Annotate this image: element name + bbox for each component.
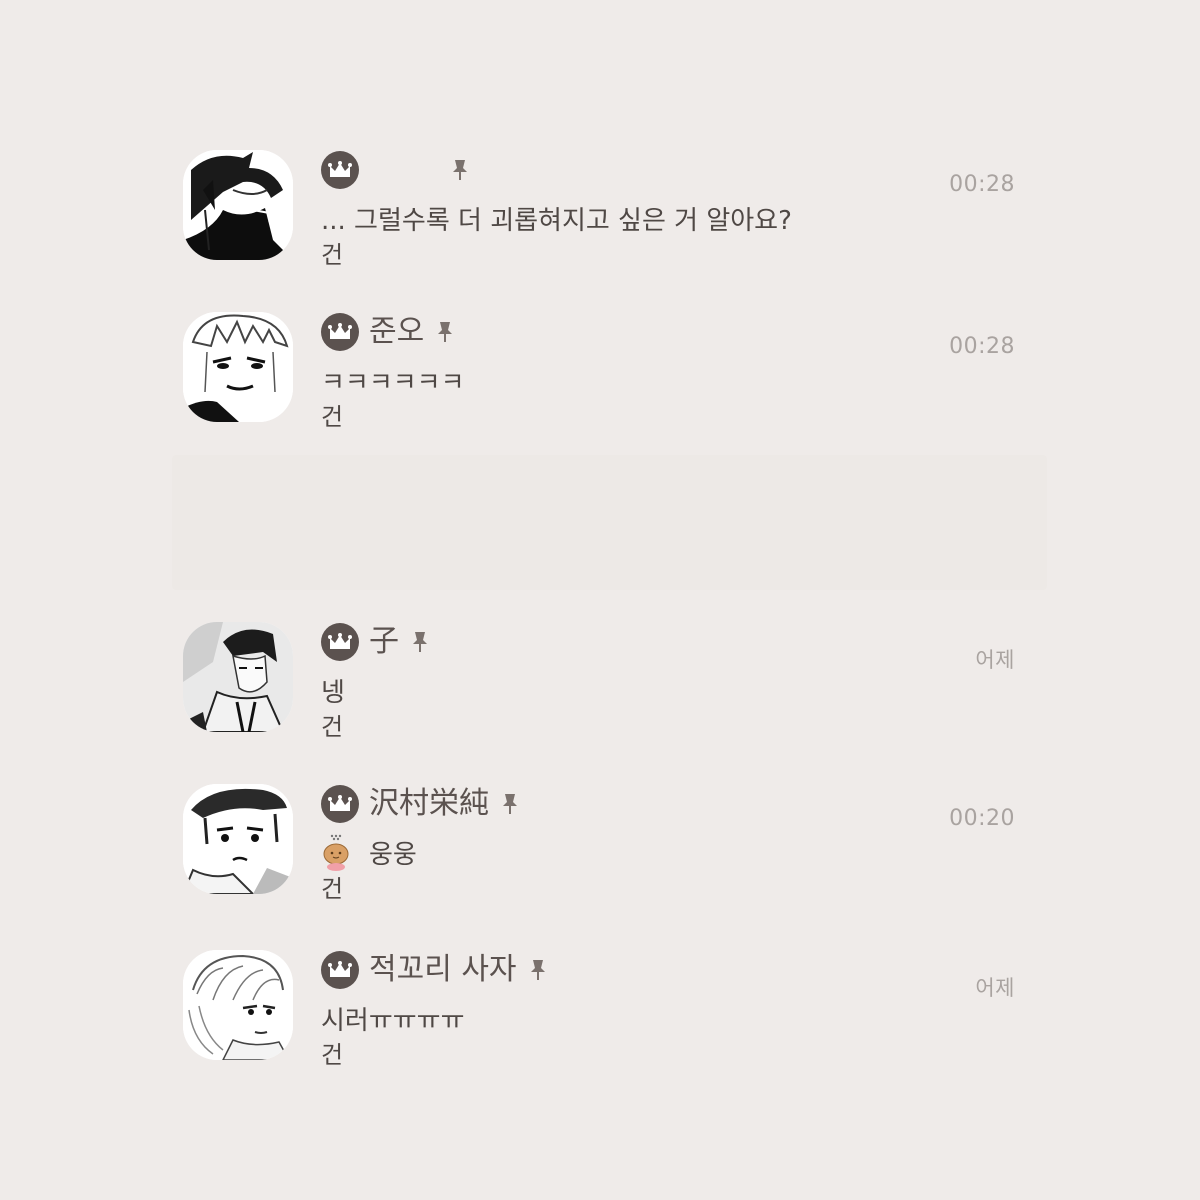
chat-message: ㅋㅋㅋㅋㅋㅋ xyxy=(321,367,465,398)
chat-message: 웅웅 xyxy=(369,839,417,870)
chat-time: 00:28 xyxy=(949,172,1015,197)
avatar[interactable] xyxy=(183,312,293,422)
empty-panel xyxy=(172,455,1047,590)
chat-name: 子 xyxy=(369,624,399,659)
chat-row[interactable]: 沢村栄純 웅웅 건 00:20 xyxy=(183,784,1023,904)
chat-sender: 건 xyxy=(321,713,344,741)
crown-icon xyxy=(321,785,359,823)
chat-name: 沢村栄純 xyxy=(369,786,489,821)
chat-name: 준오 xyxy=(369,314,425,349)
avatar[interactable] xyxy=(183,784,293,894)
avatar-image-4 xyxy=(183,784,293,894)
avatar[interactable] xyxy=(183,150,293,260)
chat-header: 준오 xyxy=(321,312,456,352)
potato-sticker-icon xyxy=(321,832,351,872)
avatar-image-5 xyxy=(183,950,293,1060)
chat-row[interactable]: 子 넹 건 어제 xyxy=(183,622,1023,742)
pin-icon xyxy=(527,958,549,982)
pin-icon xyxy=(499,792,521,816)
chat-row[interactable]: ... 그럴수록 더 괴롭혀지고 싶은 거 알아요? 건 00:28 xyxy=(183,150,1023,270)
chat-sender: 건 xyxy=(321,403,344,431)
chat-header: 적꼬리 사자 xyxy=(321,950,549,990)
avatar-image-2 xyxy=(183,312,293,422)
chat-name: 적꼬리 사자 xyxy=(369,952,517,987)
chat-message: ... 그럴수록 더 괴롭혀지고 싶은 거 알아요? xyxy=(321,205,792,236)
chat-time: 00:20 xyxy=(949,806,1015,831)
chat-header xyxy=(321,150,471,190)
crown-icon xyxy=(321,151,359,189)
chat-sender: 건 xyxy=(321,875,344,903)
chat-time: 어제 xyxy=(975,976,1015,1000)
chat-row[interactable]: 준오 ㅋㅋㅋㅋㅋㅋ 건 00:28 xyxy=(183,312,1023,432)
crown-icon xyxy=(321,623,359,661)
chat-message: 시러ㅠㅠㅠㅠ xyxy=(321,1005,465,1036)
chat-header: 沢村栄純 xyxy=(321,784,521,824)
chat-message: 넹 xyxy=(321,677,345,708)
avatar[interactable] xyxy=(183,622,293,732)
crown-icon xyxy=(321,951,359,989)
chat-time: 어제 xyxy=(975,648,1015,672)
avatar-image-1 xyxy=(183,150,293,260)
crown-icon xyxy=(321,313,359,351)
chat-row[interactable]: 적꼬리 사자 시러ㅠㅠㅠㅠ 건 어제 xyxy=(183,950,1023,1070)
chat-message-row: 웅웅 xyxy=(321,832,417,872)
avatar-image-3 xyxy=(183,622,293,732)
avatar[interactable] xyxy=(183,950,293,1060)
pin-icon xyxy=(409,630,431,654)
chat-sender: 건 xyxy=(321,241,344,269)
chat-header: 子 xyxy=(321,622,431,662)
chat-sender: 건 xyxy=(321,1041,344,1069)
pin-icon xyxy=(434,320,456,344)
pin-icon xyxy=(449,158,471,182)
chat-time: 00:28 xyxy=(949,334,1015,359)
